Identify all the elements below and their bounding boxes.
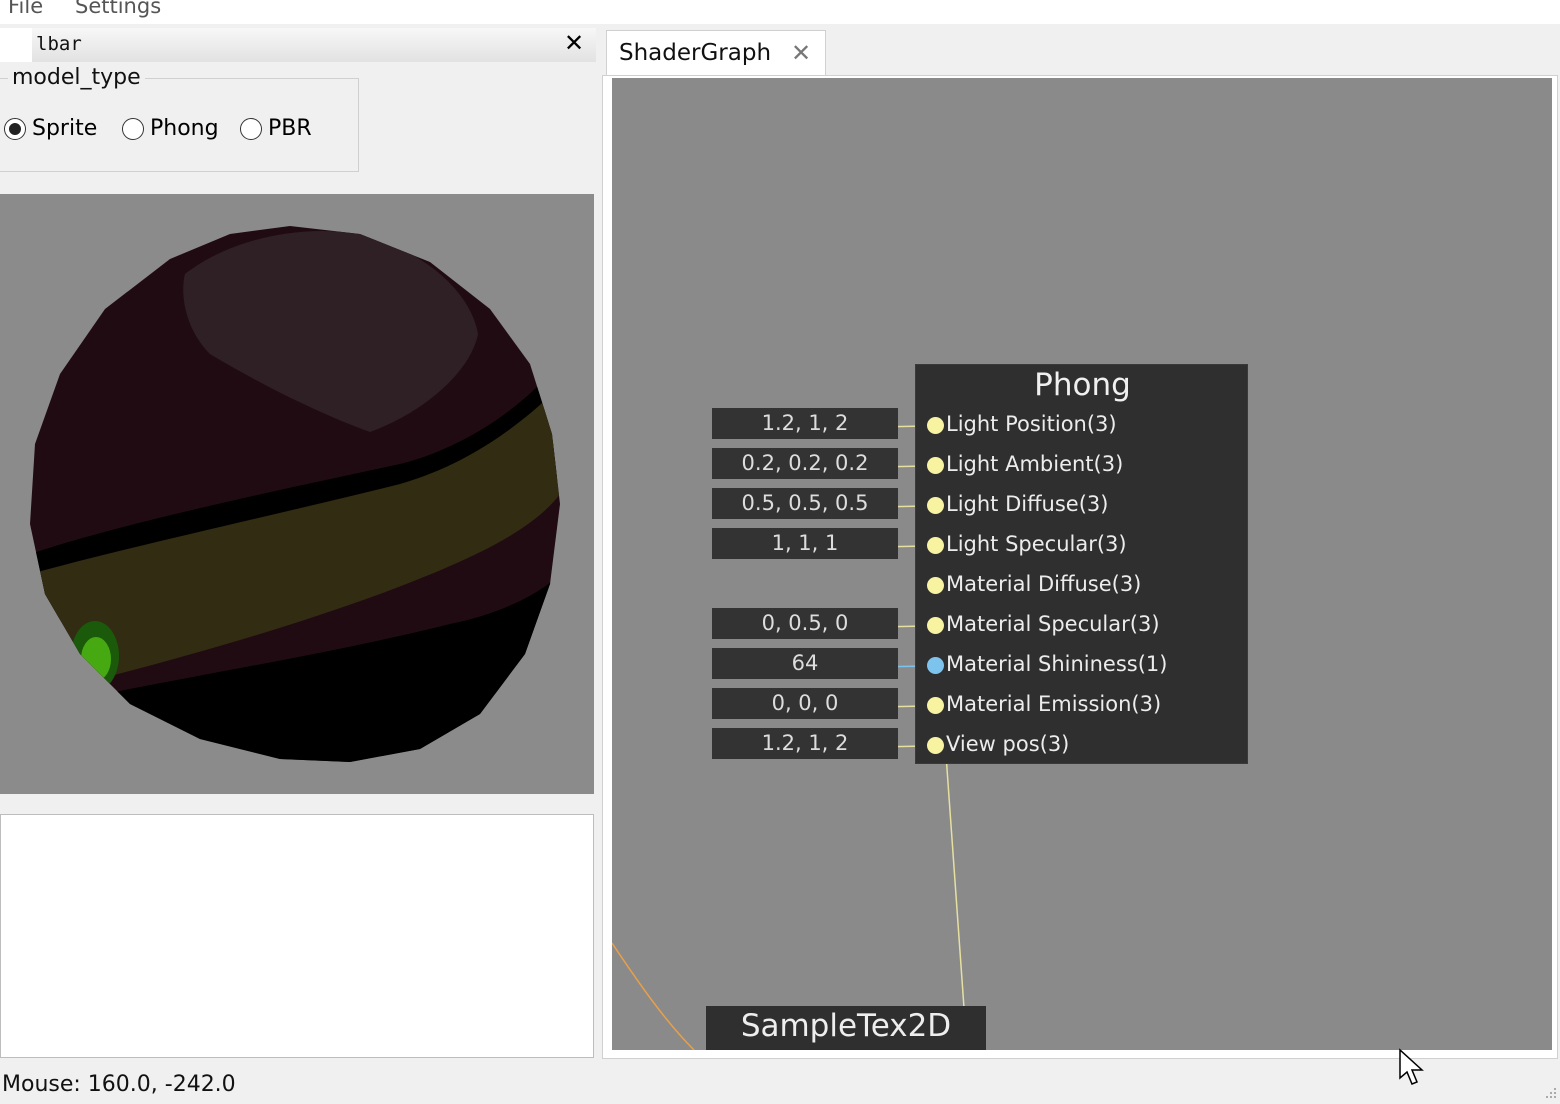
value-material-specular[interactable]: 0, 0.5, 0 — [712, 608, 898, 639]
radio-unchecked-icon — [122, 117, 144, 140]
value-light-specular[interactable]: 1, 1, 1 — [712, 528, 898, 559]
port-dot-icon[interactable] — [927, 617, 944, 634]
output-console[interactable] — [0, 814, 594, 1058]
port-light-position: Light Position(3) — [946, 412, 1117, 436]
shaded-sphere — [30, 226, 560, 762]
render-viewport[interactable] — [0, 194, 594, 794]
radio-checked-icon — [4, 117, 26, 140]
port-material-emission: Material Emission(3) — [946, 692, 1162, 716]
node-title: SampleTex2D — [740, 1008, 952, 1044]
model-type-group: model_type Sprite Phong PBR — [0, 65, 359, 172]
port-dot-icon[interactable] — [927, 577, 944, 594]
dock-title-bar[interactable]: lbar ✕ — [0, 28, 596, 62]
value-light-diffuse[interactable]: 0.5, 0.5, 0.5 — [712, 488, 898, 519]
tab-label: ShaderGraph — [619, 40, 772, 66]
port-dot-icon[interactable] — [927, 737, 944, 754]
resize-grip-icon[interactable] — [1540, 1086, 1558, 1102]
value-view-pos[interactable]: 1.2, 1, 2 — [712, 728, 898, 759]
mouse-cursor-icon — [1399, 1048, 1424, 1085]
port-light-diffuse: Light Diffuse(3) — [946, 492, 1109, 516]
value-material-shininess[interactable]: 64 — [712, 648, 898, 679]
menu-bar: File Settings — [0, 0, 1560, 24]
phong-node[interactable]: Phong Light Position(3) Light Ambient(3)… — [915, 364, 1248, 764]
port-view-pos: View pos(3) — [946, 732, 1070, 756]
port-dot-icon[interactable] — [927, 497, 944, 514]
node-title: Phong — [1034, 367, 1131, 403]
port-dot-icon[interactable] — [927, 657, 944, 674]
toolbar-dock: lbar ✕ model_type Sprite Phong PBR — [0, 28, 596, 1058]
port-material-diffuse: Material Diffuse(3) — [946, 572, 1142, 596]
port-material-specular: Material Specular(3) — [946, 612, 1160, 636]
radio-unchecked-icon — [240, 117, 262, 140]
port-light-specular: Light Specular(3) — [946, 532, 1127, 556]
tab-shadergraph[interactable]: ShaderGraph ✕ — [606, 30, 826, 77]
radio-sprite[interactable]: Sprite — [4, 116, 97, 141]
mouse-position: Mouse: 160.0, -242.0 — [2, 1072, 236, 1097]
status-bar: Mouse: 160.0, -242.0 — [0, 1066, 1560, 1104]
port-dot-icon[interactable] — [927, 697, 944, 714]
port-light-ambient: Light Ambient(3) — [946, 452, 1124, 476]
port-dot-icon[interactable] — [927, 537, 944, 554]
sampletex2d-node[interactable]: SampleTex2D — [706, 1006, 986, 1050]
dock-title: lbar — [36, 33, 82, 55]
value-light-ambient[interactable]: 0.2, 0.2, 0.2 — [712, 448, 898, 479]
radio-phong[interactable]: Phong — [122, 116, 219, 141]
value-material-emission[interactable]: 0, 0, 0 — [712, 688, 898, 719]
menu-settings[interactable]: Settings — [75, 0, 161, 18]
port-dot-icon[interactable] — [927, 457, 944, 474]
dock-close-icon[interactable]: ✕ — [564, 29, 584, 57]
tab-close-icon[interactable]: ✕ — [791, 39, 811, 67]
menu-file[interactable]: File — [8, 0, 43, 18]
port-dot-icon[interactable] — [927, 417, 944, 434]
shader-graph-canvas[interactable]: 1.2, 1, 2 0.2, 0.2, 0.2 0.5, 0.5, 0.5 1,… — [612, 78, 1552, 1050]
radio-pbr[interactable]: PBR — [240, 116, 312, 141]
port-material-shininess: Material Shininess(1) — [946, 652, 1168, 676]
value-light-position[interactable]: 1.2, 1, 2 — [712, 408, 898, 439]
model-type-label: model_type — [8, 65, 145, 90]
